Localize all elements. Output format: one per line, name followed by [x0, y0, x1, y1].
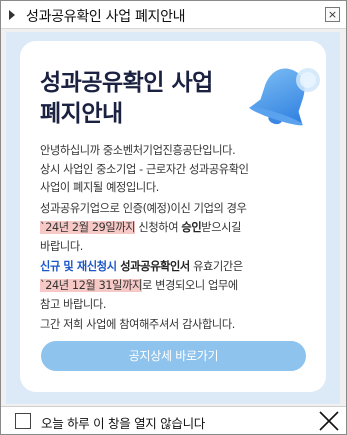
- body-text-fragment: 받으시길: [201, 220, 242, 234]
- triangle-right-icon: [9, 10, 15, 20]
- thanks-line: 그간 저희 사업에 참여해주셔서 감사합니다.: [40, 318, 235, 332]
- dont-show-today-label[interactable]: 오늘 하루 이 창을 열지 않습니다: [41, 413, 205, 432]
- dont-show-today-checkbox[interactable]: [15, 413, 31, 429]
- validity-date-line: `24년 12월 31일까지로 변경되오니 업무에: [40, 277, 322, 296]
- body-text-fragment: 로 변경되오니 업무에: [141, 278, 238, 292]
- approval-text: 승인: [181, 220, 202, 234]
- validity-line: 신규 및 재신청시 성과공유확인서 유효기간은: [40, 258, 322, 277]
- body-line: 참고 바랍니다.: [40, 297, 107, 311]
- notice-headline: 성과공유확인 사업 폐지안내: [40, 68, 240, 130]
- window-title: 성과공유확인 사업 폐지안내: [26, 9, 186, 25]
- bell-icon: [249, 68, 320, 126]
- body-line: 사업이 폐지될 예정입니다.: [40, 181, 159, 195]
- body-line: 성과공유기업으로 인증(예정)이신 기업의 경우: [40, 202, 247, 216]
- validity-highlight: `24년 12월 31일까지: [40, 278, 142, 292]
- body-line: 바랍니다.: [40, 239, 83, 253]
- popup-window: 성과공유확인 사업 폐지안내 × 성과공유확인 사업 폐지안내 안녕하십니까 중…: [0, 0, 347, 435]
- notice-detail-button[interactable]: 공지상세 바로가기: [41, 341, 306, 371]
- notice-card: 성과공유확인 사업 폐지안내 안녕하십니까 중소벤처기업진흥공단입니다. 상시 …: [20, 41, 326, 392]
- body-line: 안녕하십니까 중소벤처기업진흥공단입니다.: [40, 144, 236, 157]
- deadline-highlight: `24년 2월 29일까지: [40, 220, 136, 234]
- close-icon[interactable]: [318, 410, 340, 432]
- headline-line-1: 성과공유확인 사업: [40, 70, 213, 96]
- new-application-text: 신규 및 재신청시: [40, 260, 117, 274]
- certificate-text: 성과공유확인서: [116, 260, 190, 274]
- notice-body: 안녕하십니까 중소벤처기업진흥공단입니다. 상시 사업인 중소기업 - 근로자간…: [40, 142, 322, 335]
- notice-content: 성과공유확인 사업 폐지안내 안녕하십니까 중소벤처기업진흥공단입니다. 상시 …: [6, 32, 340, 404]
- body-text-fragment: 신청하여: [135, 220, 182, 234]
- title-bar[interactable]: 성과공유확인 사업 폐지안내 ×: [1, 1, 346, 29]
- footer-bar: 오늘 하루 이 창을 열지 않습니다: [1, 406, 346, 434]
- headline-line-2: 폐지안내: [40, 101, 123, 127]
- body-text-fragment: 유효기간은: [189, 260, 243, 274]
- deadline-line: `24년 2월 29일까지 신청하여 승인받으시길: [40, 219, 322, 238]
- body-line: 상시 사업인 중소기업 - 근로자간 성과공유확인: [40, 162, 249, 176]
- title-close-button[interactable]: ×: [325, 7, 340, 22]
